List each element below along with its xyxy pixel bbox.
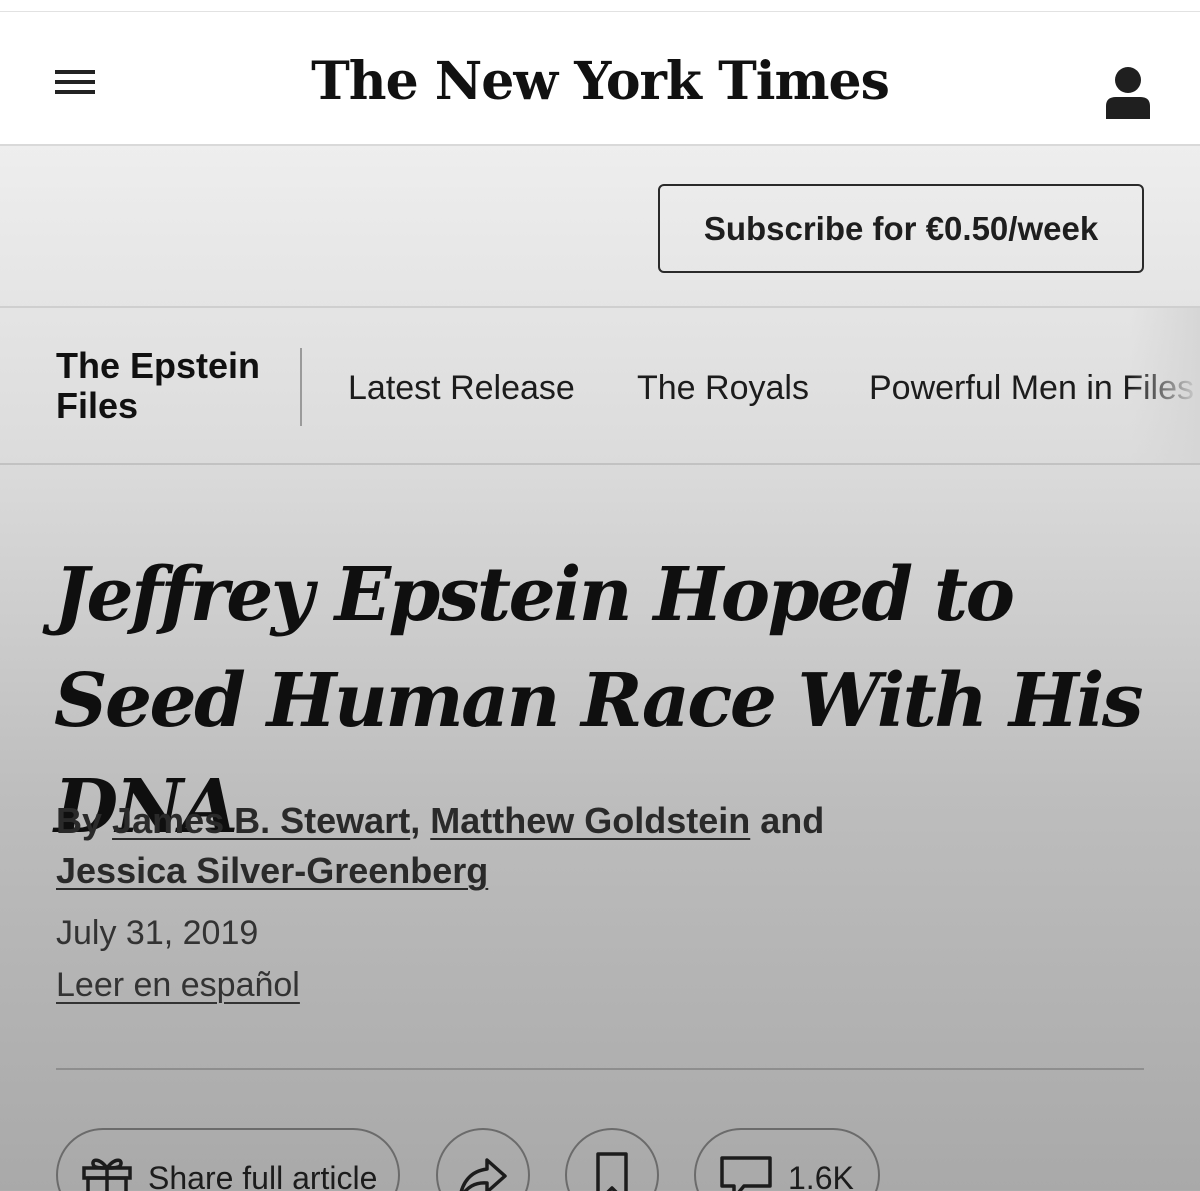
section-title[interactable]: The Epstein Files (56, 346, 286, 426)
hamburger-menu-icon[interactable] (55, 66, 97, 98)
spanish-translation-link[interactable]: Leer en español (56, 966, 300, 1005)
subscribe-band: Subscribe for €0.50/week (0, 146, 1200, 308)
user-account-icon[interactable] (1104, 64, 1152, 120)
bookmark-icon (594, 1150, 630, 1191)
byline-conjunction: and (760, 800, 825, 841)
comment-bubble-icon (718, 1154, 774, 1191)
author-link-jessica-silver-greenberg[interactable]: Jessica Silver-Greenberg (56, 850, 488, 891)
comments-button[interactable]: 1.6K (694, 1128, 880, 1191)
section-nav: The Epstein Files Latest Release The Roy… (0, 308, 1200, 465)
nav-link-the-royals[interactable]: The Royals (637, 368, 809, 408)
byline-prefix: By (56, 800, 103, 841)
nav-link-powerful-men[interactable]: Powerful Men in Files (869, 368, 1194, 408)
forward-arrow-icon (455, 1152, 511, 1191)
forward-share-button[interactable] (436, 1128, 530, 1191)
comments-count: 1.6K (788, 1160, 854, 1191)
nav-link-latest-release[interactable]: Latest Release (348, 368, 575, 408)
publish-date: July 31, 2019 (56, 914, 259, 952)
gift-icon (80, 1154, 134, 1191)
share-label: Share full article (148, 1160, 378, 1191)
byline-separator: , (410, 800, 421, 841)
subscribe-button[interactable]: Subscribe for €0.50/week (658, 184, 1144, 273)
byline: By James B. Stewart, Matthew Goldstein a… (56, 796, 956, 896)
author-link-james-stewart[interactable]: James B. Stewart (112, 800, 410, 841)
site-logo[interactable]: The New York Times (300, 42, 900, 122)
nav-divider (300, 348, 302, 426)
top-strip (0, 0, 1200, 12)
save-bookmark-button[interactable] (565, 1128, 659, 1191)
share-article-button[interactable]: Share full article (56, 1128, 400, 1191)
divider-rule (56, 1068, 1144, 1070)
author-link-matthew-goldstein[interactable]: Matthew Goldstein (430, 800, 750, 841)
site-header: The New York Times (0, 12, 1200, 146)
